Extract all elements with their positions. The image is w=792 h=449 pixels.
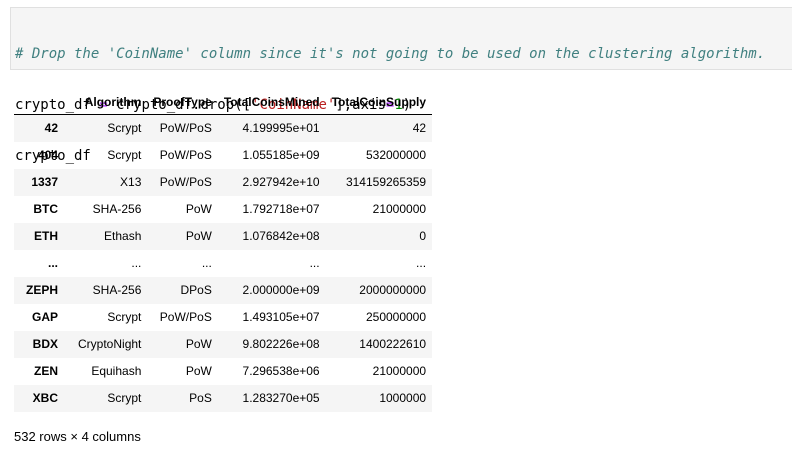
row-index: XBC (32, 391, 59, 405)
cell-prooftype: PoW/PoS (159, 310, 212, 324)
cell-totalcoinsupply: 42 (412, 121, 427, 136)
column-header-prooftype: ProofType (147, 89, 218, 115)
table-body: 42 Scrypt PoW/PoS 4.199995e+01 42 404 Scrypt Po… (14, 114, 433, 412)
cell-totalcoinsupply: 21000000 (372, 202, 427, 216)
cell-totalcoinsmined: 1.283270e+05 (242, 391, 320, 405)
cell-totalcoinsmined: 9.802226e+08 (242, 337, 320, 351)
cell-algorithm: ... (131, 256, 142, 270)
cell-prooftype: PoW/PoS (159, 175, 212, 189)
row-index: ETH (34, 229, 59, 243)
cell-totalcoinsmined: ... (309, 256, 320, 270)
cell-prooftype: PoW (185, 337, 212, 351)
cell-algorithm: Scrypt (107, 121, 142, 136)
table-row: GAP Scrypt PoW/PoS 1.493105e+07 250000000 (14, 304, 432, 331)
table-row: XBC Scrypt PoS 1.283270e+05 1000000 (14, 384, 433, 412)
cell-totalcoinsupply: 314159265359 (345, 175, 427, 189)
cell-algorithm: CryptoNight (78, 337, 142, 351)
cell-totalcoinsmined: 1.792718e+07 (242, 202, 320, 216)
cell-prooftype: PoW/PoS (159, 148, 212, 162)
cell-totalcoinsupply: 21000000 (372, 364, 427, 378)
table-row: 42 Scrypt PoW/PoS 4.199995e+01 42 (14, 114, 433, 142)
cell-totalcoinsupply: 0 (419, 229, 427, 243)
cell-algorithm: X13 (120, 175, 142, 189)
cell-prooftype: PoW/PoS (159, 121, 212, 136)
cell-algorithm: Scrypt (107, 148, 142, 162)
table-row: ZEN Equihash PoW 7.296538e+06 21000000 (14, 358, 432, 385)
cell-totalcoinsmined: 4.199995e+01 (242, 121, 320, 136)
code-cell[interactable]: # Drop the 'CoinName' column since it's … (10, 7, 792, 164)
table-row: BDX CryptoNight PoW 9.802226e+08 1400222610 (14, 330, 433, 358)
dataframe-table: Algorithm ProofType TotalCoinsMined Tota… (14, 89, 433, 412)
code-line-comment: # Drop the 'CoinName' column since it's … (15, 46, 792, 63)
cell-totalcoinsmined: 1.055185e+09 (242, 148, 320, 162)
cell-prooftype: ... (201, 256, 212, 270)
cell-totalcoinsupply: ... (416, 256, 427, 270)
cell-algorithm: Equihash (91, 364, 142, 378)
table-row: ETH Ethash PoW 1.076842e+08 0 (14, 222, 433, 250)
cell-totalcoinsmined: 2.000000e+09 (242, 283, 320, 297)
table-row: 404 Scrypt PoW/PoS 1.055185e+09 532000000 (14, 142, 432, 169)
row-index: BTC (33, 202, 59, 216)
row-index: GAP (32, 310, 59, 324)
cell-prooftype: PoW (185, 229, 212, 243)
row-index: 1337 (31, 175, 59, 189)
cell-algorithm: SHA-256 (92, 202, 142, 216)
cell-totalcoinsupply: 532000000 (365, 148, 427, 162)
cell-totalcoinsmined: 7.296538e+06 (242, 364, 320, 378)
dataframe-output: Algorithm ProofType TotalCoinsMined Tota… (14, 89, 433, 412)
cell-totalcoinsupply: 1400222610 (359, 337, 427, 351)
cell-totalcoinsupply: 1000000 (379, 391, 427, 405)
row-index: BDX (32, 337, 59, 351)
row-index: ZEPH (26, 283, 59, 297)
row-index: 404 (37, 148, 59, 162)
column-header-index (14, 89, 73, 115)
table-row: ZEPH SHA-256 DPoS 2.000000e+09 2000000000 (14, 276, 433, 304)
column-header-totalcoinsupply: TotalCoinSupply (325, 89, 433, 115)
cell-algorithm: Scrypt (107, 310, 142, 324)
column-header-totalcoinsmined: TotalCoinsMined (217, 89, 326, 115)
row-index: 42 (44, 121, 59, 136)
cell-totalcoinsupply: 2000000000 (359, 283, 427, 297)
cell-prooftype: PoW (185, 202, 212, 216)
code-comment: # Drop the 'CoinName' column since it's … (15, 46, 766, 62)
cell-prooftype: DPoS (180, 283, 212, 297)
cell-prooftype: PoS (189, 391, 212, 405)
row-index: ... (48, 256, 59, 270)
cell-totalcoinsupply: 250000000 (365, 310, 427, 324)
dataframe-shape: 532 rows × 4 columns (14, 429, 141, 444)
table-header-row: Algorithm ProofType TotalCoinsMined Tota… (14, 89, 433, 115)
cell-totalcoinsmined: 1.493105e+07 (242, 310, 320, 324)
column-header-algorithm: Algorithm (72, 89, 148, 115)
cell-prooftype: PoW (185, 364, 212, 378)
table-row: ............... (14, 250, 432, 277)
cell-algorithm: Ethash (104, 229, 142, 243)
cell-totalcoinsmined: 2.927942e+10 (242, 175, 320, 189)
table-row: 1337 X13 PoW/PoS 2.927942e+10 314159265359 (14, 168, 433, 196)
row-index: ZEN (34, 364, 59, 378)
cell-algorithm: Scrypt (107, 391, 142, 405)
table-row: BTC SHA-256 PoW 1.792718e+07 21000000 (14, 196, 432, 223)
cell-totalcoinsmined: 1.076842e+08 (242, 229, 320, 243)
cell-algorithm: SHA-256 (92, 283, 142, 297)
